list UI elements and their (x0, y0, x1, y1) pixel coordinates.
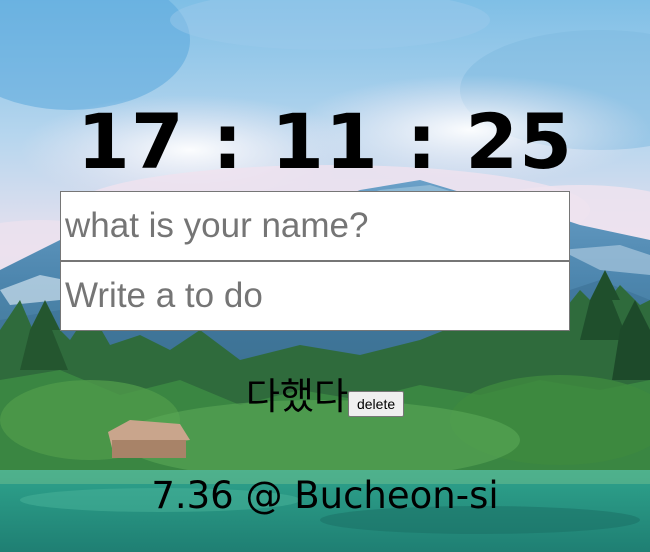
todo-input[interactable] (60, 261, 570, 331)
name-input[interactable] (60, 191, 570, 261)
clock-display: 17 : 11 : 25 (77, 96, 573, 186)
delete-todo-button[interactable]: delete (347, 391, 405, 417)
todo-item: 다했다 delete (245, 372, 405, 422)
name-form (60, 191, 570, 261)
todo-form (60, 261, 570, 331)
todo-item-text: 다했다 (245, 375, 348, 418)
todo-list: 다했다 delete (0, 372, 650, 422)
weather-info: 7.36 @ Bucheon-si (151, 474, 499, 517)
